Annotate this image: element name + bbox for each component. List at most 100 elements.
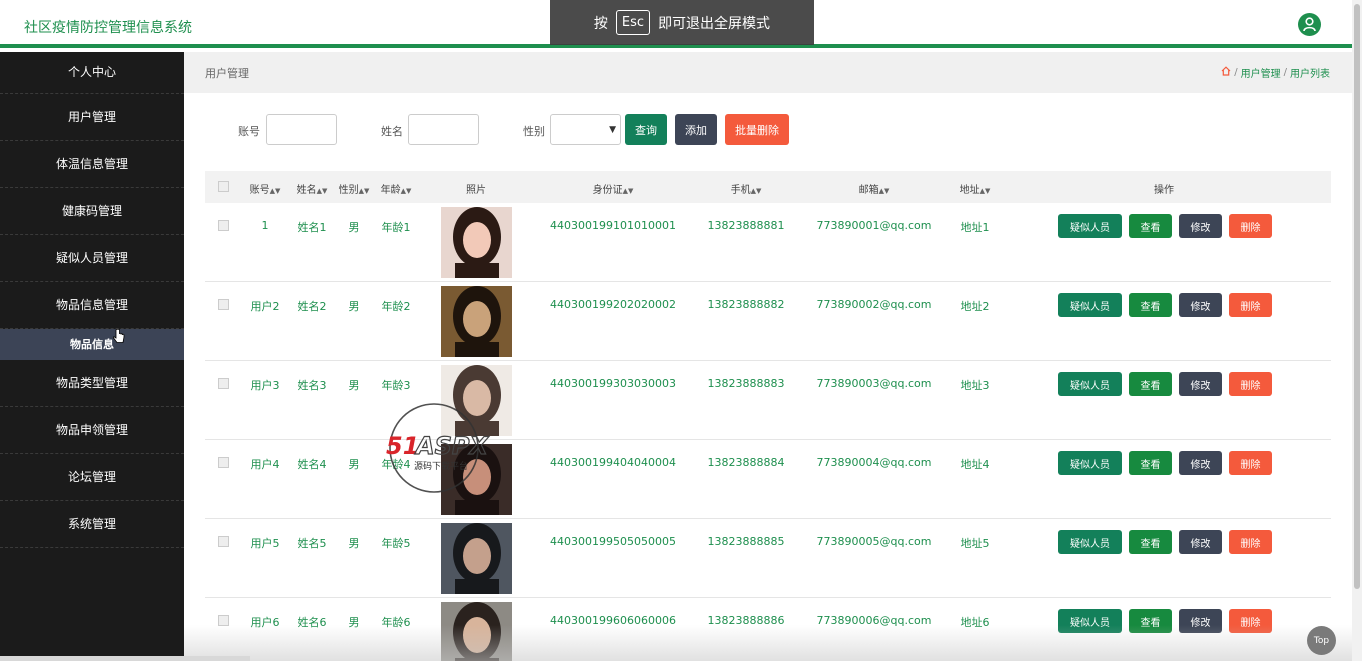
cell-account: 用户5	[250, 537, 280, 550]
row-checkbox[interactable]	[218, 536, 229, 547]
cell-gender: 男	[348, 300, 360, 313]
cell-phone: 13823888885	[707, 535, 785, 548]
breadcrumb-separator: /	[1283, 67, 1287, 78]
row-checkbox[interactable]	[218, 220, 229, 231]
cell-gender: 男	[348, 221, 360, 234]
cell-email: 773890005@qq.com	[816, 535, 932, 548]
sidebar-item-health-code[interactable]: 健康码管理	[0, 188, 184, 235]
gender-select[interactable]: ▼	[550, 114, 621, 145]
column-header-gender[interactable]: 性别▲▼	[339, 181, 370, 196]
table-body: 1 姓名1 男 年龄1 440300199101010001 13823888881 773…	[205, 203, 1331, 661]
mark-suspect-button[interactable]: 疑似人员	[1058, 293, 1122, 317]
cell-address: 地址3	[960, 379, 990, 392]
cell-id-card: 440300199202020002	[550, 298, 676, 311]
view-button[interactable]: 查看	[1129, 372, 1172, 396]
table-header: 账号▲▼ 姓名▲▼ 性别▲▼ 年龄▲▼ 照片 身份证▲▼ 手机▲▼ 邮箱▲▼ 地…	[205, 171, 1331, 203]
column-header-name[interactable]: 姓名▲▼	[297, 181, 328, 196]
account-input[interactable]	[266, 114, 337, 145]
delete-button[interactable]: 删除	[1229, 530, 1272, 554]
mark-suspect-button[interactable]: 疑似人员	[1058, 214, 1122, 238]
column-header-account[interactable]: 账号▲▼	[250, 181, 281, 196]
view-button[interactable]: 查看	[1129, 530, 1172, 554]
edit-button[interactable]: 修改	[1179, 451, 1222, 475]
cell-phone: 13823888883	[707, 377, 785, 390]
user-photo	[441, 523, 512, 594]
add-button[interactable]: 添加	[675, 114, 717, 145]
mark-suspect-button[interactable]: 疑似人员	[1058, 451, 1122, 475]
hand-cursor-icon	[113, 328, 125, 348]
page-title: 用户管理	[205, 67, 249, 80]
edit-button[interactable]: 修改	[1179, 293, 1222, 317]
row-checkbox[interactable]	[218, 299, 229, 310]
view-button[interactable]: 查看	[1129, 214, 1172, 238]
cell-name: 姓名2	[297, 300, 327, 313]
svg-text:ASPX: ASPX	[414, 432, 489, 460]
column-header-phone[interactable]: 手机▲▼	[731, 181, 762, 196]
column-header-address[interactable]: 地址▲▼	[960, 181, 991, 196]
table-row: 1 姓名1 男 年龄1 440300199101010001 13823888881 773…	[205, 203, 1331, 282]
sidebar-item-users[interactable]: 用户管理	[0, 94, 184, 141]
sidebar-item-goods-type[interactable]: 物品类型管理	[0, 360, 184, 407]
sidebar-item-forum[interactable]: 论坛管理	[0, 454, 184, 501]
name-label: 姓名	[381, 125, 403, 138]
cell-age: 年龄2	[381, 300, 411, 313]
sidebar-item-suspects[interactable]: 疑似人员管理	[0, 235, 184, 282]
sort-icon: ▲▼	[622, 187, 634, 195]
delete-button[interactable]: 删除	[1229, 293, 1272, 317]
cell-age: 年龄5	[381, 537, 411, 550]
cell-phone: 13823888881	[707, 219, 785, 232]
sidebar-subitem-goods-info[interactable]: 物品信息	[0, 329, 184, 360]
delete-button[interactable]: 删除	[1229, 372, 1272, 396]
row-checkbox[interactable]	[218, 457, 229, 468]
column-header-photo: 照片	[466, 185, 486, 196]
sidebar-item-goods-info-mgmt[interactable]: 物品信息管理	[0, 282, 184, 329]
query-button[interactable]: 查询	[625, 114, 667, 145]
breadcrumb-item-users[interactable]: 用户管理	[1241, 65, 1281, 80]
account-label: 账号	[238, 125, 260, 138]
sort-icon: ▲▼	[750, 187, 762, 195]
sort-icon: ▲▼	[316, 187, 328, 195]
gender-label: 性别	[523, 125, 545, 138]
toast-prefix: 按	[593, 15, 608, 32]
cell-address: 地址1	[960, 221, 990, 234]
breadcrumb-separator: /	[1234, 67, 1238, 78]
edit-button[interactable]: 修改	[1179, 372, 1222, 396]
cell-name: 姓名3	[297, 379, 327, 392]
back-to-top-button[interactable]: Top	[1307, 626, 1336, 655]
batch-delete-button[interactable]: 批量删除	[725, 114, 789, 145]
delete-button[interactable]: 删除	[1229, 451, 1272, 475]
view-button[interactable]: 查看	[1129, 451, 1172, 475]
cell-email: 773890001@qq.com	[816, 219, 932, 232]
user-photo	[441, 286, 512, 357]
sidebar-item-temperature[interactable]: 体温信息管理	[0, 141, 184, 188]
breadcrumb-item-user-list: 用户列表	[1290, 69, 1330, 80]
cell-name: 姓名4	[297, 458, 327, 471]
user-avatar[interactable]	[1298, 13, 1321, 36]
toast-suffix: 即可退出全屏模式	[658, 15, 771, 32]
scrollbar-thumb[interactable]	[1354, 4, 1360, 589]
mark-suspect-button[interactable]: 疑似人员	[1058, 372, 1122, 396]
select-all-checkbox[interactable]	[218, 181, 229, 192]
sidebar-item-goods-apply[interactable]: 物品申领管理	[0, 407, 184, 454]
sidebar-item-profile[interactable]: 个人中心	[0, 52, 184, 94]
sidebar-item-system[interactable]: 系统管理	[0, 501, 184, 548]
row-checkbox[interactable]	[218, 378, 229, 389]
cell-account: 用户2	[250, 300, 280, 313]
page-scrollbar[interactable]	[1352, 0, 1362, 661]
column-header-id-card[interactable]: 身份证▲▼	[593, 181, 634, 196]
search-bar: 账号 姓名 性别 ▼ 查询 添加 批量删除	[184, 114, 1352, 146]
mark-suspect-button[interactable]: 疑似人员	[1058, 530, 1122, 554]
edit-button[interactable]: 修改	[1179, 214, 1222, 238]
delete-button[interactable]: 删除	[1229, 214, 1272, 238]
page-header: 用户管理 / 用户管理 / 用户列表	[184, 52, 1352, 93]
column-header-age[interactable]: 年龄▲▼	[381, 181, 412, 196]
view-button[interactable]: 查看	[1129, 293, 1172, 317]
home-icon[interactable]	[1221, 66, 1231, 79]
cell-name: 姓名1	[297, 221, 327, 234]
name-input[interactable]	[408, 114, 479, 145]
sort-icon: ▲▼	[400, 187, 412, 195]
cell-name: 姓名5	[297, 537, 327, 550]
edit-button[interactable]: 修改	[1179, 530, 1222, 554]
watermark-logo: 51 ASPX 源码下载平台	[386, 402, 516, 494]
column-header-email[interactable]: 邮箱▲▼	[859, 181, 890, 196]
